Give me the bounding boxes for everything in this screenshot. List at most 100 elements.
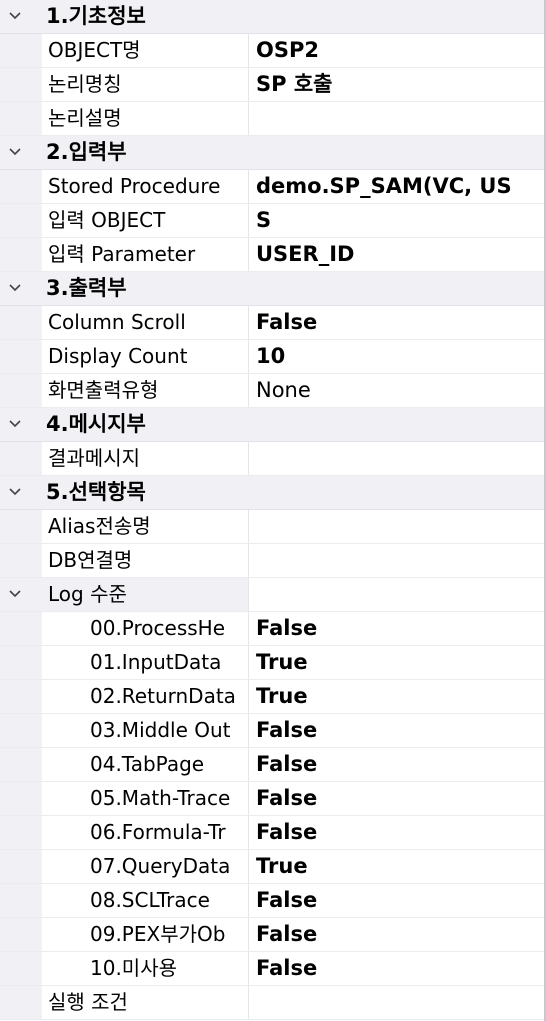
property-value[interactable]: None <box>256 374 546 407</box>
chevron-down-icon[interactable] <box>8 485 22 499</box>
property-name: 05.Math-Trace <box>90 786 231 810</box>
property-name: 논리명칭 <box>48 72 122 96</box>
value-divider <box>248 748 249 781</box>
property-name: 07.QueryData <box>90 854 231 878</box>
property-name: 01.InputData <box>90 650 222 674</box>
chevron-down-icon[interactable] <box>8 9 22 23</box>
value-divider <box>248 646 249 679</box>
property-value[interactable]: True <box>256 646 546 679</box>
property-row[interactable]: 04.TabPage False <box>0 748 546 782</box>
row-gutter <box>0 646 42 679</box>
value-divider <box>248 374 249 407</box>
property-row[interactable]: 02.ReturnData True <box>0 680 546 714</box>
property-row[interactable]: 09.PEX부가Ob False <box>0 918 546 952</box>
property-value[interactable]: False <box>256 612 546 645</box>
row-gutter <box>0 986 42 1019</box>
value-divider <box>248 442 249 475</box>
property-row[interactable]: Alias전송명 <box>0 510 546 544</box>
category-header[interactable]: 1.기초정보 <box>0 0 546 34</box>
chevron-down-icon[interactable] <box>8 281 22 295</box>
property-row[interactable]: 10.미사용 False <box>0 952 546 986</box>
property-row[interactable]: 03.Middle Out False <box>0 714 546 748</box>
property-value[interactable]: True <box>256 850 546 883</box>
property-grid: 1.기초정보 OBJECT명 OSP2 논리명칭 SP 호출 논리설명 2.입력부 Store… <box>0 0 546 1020</box>
property-value[interactable]: False <box>256 952 546 985</box>
property-row[interactable]: 결과메시지 <box>0 442 546 476</box>
property-value[interactable]: False <box>256 782 546 815</box>
property-name: 03.Middle Out <box>90 718 231 742</box>
property-name: 10.미사용 <box>90 956 178 980</box>
property-row[interactable]: 05.Math-Trace False <box>0 782 546 816</box>
property-value[interactable]: False <box>256 816 546 849</box>
property-value[interactable]: True <box>256 680 546 713</box>
value-divider <box>248 68 249 101</box>
row-gutter <box>0 884 42 917</box>
property-row[interactable]: DB연결명 <box>0 544 546 578</box>
property-name: Display Count <box>48 344 188 368</box>
property-value[interactable]: False <box>256 714 546 747</box>
property-row[interactable]: Stored Procedure demo.SP_SAM(VC, US <box>0 170 546 204</box>
value-divider <box>248 850 249 883</box>
property-value[interactable]: S <box>256 204 546 237</box>
row-gutter <box>0 68 42 101</box>
property-row[interactable]: 06.Formula-Tr False <box>0 816 546 850</box>
property-row[interactable]: Display Count 10 <box>0 340 546 374</box>
property-row[interactable]: 입력 Parameter USER_ID <box>0 238 546 272</box>
property-name: 08.SCLTrace <box>90 888 210 912</box>
property-value[interactable]: False <box>256 748 546 781</box>
chevron-down-icon[interactable] <box>8 145 22 159</box>
property-row[interactable]: 08.SCLTrace False <box>0 884 546 918</box>
category-title: 3.출력부 <box>46 276 127 300</box>
chevron-down-icon[interactable] <box>8 417 22 431</box>
property-value[interactable]: SP 호출 <box>256 68 546 101</box>
property-name: 화면출력유형 <box>48 378 159 402</box>
property-value[interactable]: OSP2 <box>256 34 546 67</box>
group-name: Log 수준 <box>48 582 127 606</box>
value-divider <box>248 102 249 135</box>
property-row[interactable]: 00.ProcessHe False <box>0 612 546 646</box>
property-row[interactable]: 07.QueryData True <box>0 850 546 884</box>
row-gutter <box>0 612 42 645</box>
category-title: 5.선택항목 <box>46 480 146 504</box>
property-name: 06.Formula-Tr <box>90 820 226 844</box>
chevron-down-icon[interactable] <box>8 587 22 601</box>
property-name: Alias전송명 <box>48 514 151 538</box>
value-divider <box>248 204 249 237</box>
category-title: 4.메시지부 <box>46 412 146 436</box>
property-value[interactable]: demo.SP_SAM(VC, US <box>256 170 546 203</box>
row-gutter <box>0 374 42 407</box>
category-header[interactable]: 3.출력부 <box>0 272 546 306</box>
property-value[interactable]: 10 <box>256 340 546 373</box>
property-row[interactable]: 입력 OBJECT S <box>0 204 546 238</box>
category-header[interactable]: 2.입력부 <box>0 136 546 170</box>
property-value[interactable]: False <box>256 884 546 917</box>
property-row[interactable]: 실행 조건 <box>0 986 546 1020</box>
property-name: 실행 조건 <box>48 990 128 1014</box>
category-header[interactable]: 5.선택항목 <box>0 476 546 510</box>
category-title: 2.입력부 <box>46 140 127 164</box>
value-divider <box>248 884 249 917</box>
property-value[interactable]: USER_ID <box>256 238 546 271</box>
value-divider <box>248 340 249 373</box>
row-gutter <box>0 170 42 203</box>
property-row[interactable]: Column Scroll False <box>0 306 546 340</box>
property-name: Stored Procedure <box>48 174 221 198</box>
property-row[interactable]: 화면출력유형 None <box>0 374 546 408</box>
value-divider <box>248 170 249 203</box>
log-level-group[interactable]: Log 수준 <box>0 578 546 612</box>
property-value[interactable]: False <box>256 306 546 339</box>
row-gutter <box>0 680 42 713</box>
property-row[interactable]: 논리명칭 SP 호출 <box>0 68 546 102</box>
category-header[interactable]: 4.메시지부 <box>0 408 546 442</box>
property-row[interactable]: 01.InputData True <box>0 646 546 680</box>
property-row[interactable]: OBJECT명 OSP2 <box>0 34 546 68</box>
property-name: 02.ReturnData <box>90 684 236 708</box>
value-divider <box>248 680 249 713</box>
category-title: 1.기초정보 <box>46 4 146 28</box>
value-divider <box>248 952 249 985</box>
property-name: 09.PEX부가Ob <box>90 922 226 946</box>
row-gutter <box>0 442 42 475</box>
property-row[interactable]: 논리설명 <box>0 102 546 136</box>
property-value[interactable]: False <box>256 918 546 951</box>
row-gutter <box>0 34 42 67</box>
